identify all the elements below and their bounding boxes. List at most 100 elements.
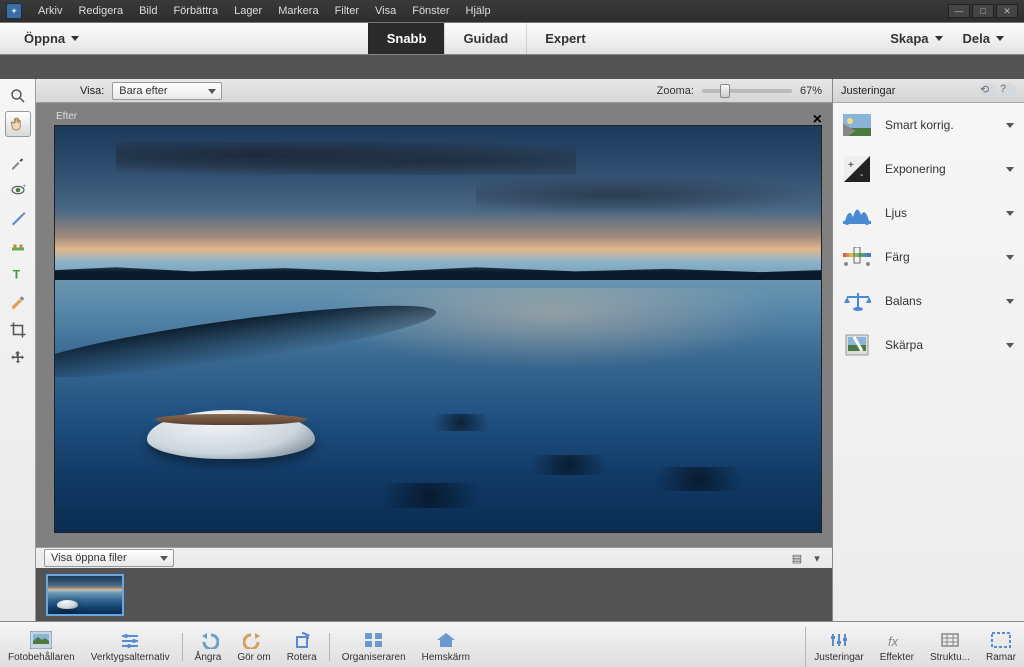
bb-rotate[interactable]: Rotera xyxy=(279,627,325,667)
menu-fonster[interactable]: Fönster xyxy=(404,0,457,22)
mode-bar: Öppna Snabb Guidad Expert Skapa Dela xyxy=(0,22,1024,55)
svg-text:+: + xyxy=(22,184,26,190)
zoom-label: Zooma: xyxy=(657,85,694,97)
canvas-area: × Efter xyxy=(36,103,832,547)
smartfix-icon xyxy=(843,111,871,139)
exposure-icon: +- xyxy=(843,155,871,183)
tool-spot[interactable] xyxy=(5,233,31,259)
menu-forbattra[interactable]: Förbättra xyxy=(165,0,226,22)
svg-text:fx: fx xyxy=(888,634,899,649)
tab-expert[interactable]: Expert xyxy=(526,23,603,54)
app-logo-icon: ✦ xyxy=(6,3,22,19)
rotate-icon xyxy=(291,630,313,650)
photobin-icon xyxy=(30,630,52,650)
image-preview[interactable] xyxy=(54,125,822,533)
tool-hand[interactable] xyxy=(5,111,31,137)
view-label: Visa: xyxy=(80,85,104,97)
bb-photobin[interactable]: Fotobehållaren xyxy=(0,627,83,667)
tool-type[interactable]: T xyxy=(5,261,31,287)
sharpen-icon xyxy=(843,331,871,359)
adjustments-panel: Justeringar ⟲ ? Smart korrig. +- Exponer… xyxy=(832,79,1024,621)
share-button[interactable]: Dela xyxy=(955,31,1012,46)
project-strip: Visa öppna filer ▤ ▾ xyxy=(36,547,832,621)
menu-lager[interactable]: Lager xyxy=(226,0,270,22)
effects-icon: fx xyxy=(886,630,908,650)
svg-text:+: + xyxy=(848,160,854,171)
light-icon xyxy=(843,199,871,227)
view-select[interactable]: Bara efter xyxy=(112,82,222,100)
menu-redigera[interactable]: Redigera xyxy=(70,0,131,22)
tab-guidad[interactable]: Guidad xyxy=(444,23,526,54)
tool-move[interactable] xyxy=(5,345,31,371)
adj-light[interactable]: Ljus xyxy=(833,191,1024,235)
thumbnail[interactable] xyxy=(46,574,124,616)
bb-toolopts[interactable]: Verktygsalternativ xyxy=(83,627,178,667)
svg-text:T: T xyxy=(12,268,20,282)
tool-eyedropper[interactable] xyxy=(5,149,31,175)
bb-frames[interactable]: Ramar xyxy=(978,627,1024,667)
canvas-wrap: × Efter Visa öppna filer ▤ xyxy=(36,103,832,621)
bb-textures[interactable]: Struktu... xyxy=(922,627,978,667)
window-close-icon[interactable]: ✕ xyxy=(996,4,1018,18)
reset-icon[interactable]: ⟲ xyxy=(980,83,996,99)
dropdown-icon xyxy=(71,36,79,41)
menu-visa[interactable]: Visa xyxy=(367,0,404,22)
adj-color[interactable]: Färg xyxy=(833,235,1024,279)
balance-icon xyxy=(843,287,871,315)
menu-bar: ✦ Arkiv Redigera Bild Förbättra Lager Ma… xyxy=(0,0,1024,22)
chevron-down-icon xyxy=(1006,123,1014,128)
open-files-select[interactable]: Visa öppna filer xyxy=(44,549,174,567)
menu-hjalp[interactable]: Hjälp xyxy=(458,0,499,22)
open-label: Öppna xyxy=(24,31,65,46)
adjustments-header: Justeringar ⟲ ? xyxy=(833,79,1024,103)
bb-redo[interactable]: Gör om xyxy=(229,627,278,667)
adj-smartfix[interactable]: Smart korrig. xyxy=(833,103,1024,147)
after-label: Efter xyxy=(56,111,77,122)
chevron-down-icon xyxy=(1006,343,1014,348)
redo-icon xyxy=(243,630,265,650)
home-icon xyxy=(435,630,457,650)
menu-bild[interactable]: Bild xyxy=(131,0,165,22)
tool-whiten[interactable] xyxy=(5,205,31,231)
menu-markera[interactable]: Markera xyxy=(270,0,326,22)
slider-thumb[interactable] xyxy=(720,84,730,98)
image-stage[interactable]: Efter xyxy=(54,125,822,533)
chevron-down-icon xyxy=(1006,211,1014,216)
tool-redeye[interactable]: + xyxy=(5,177,31,203)
adj-balance[interactable]: Balans xyxy=(833,279,1024,323)
create-button[interactable]: Skapa xyxy=(882,31,950,46)
share-label: Dela xyxy=(963,31,990,46)
window-minimize-icon[interactable]: — xyxy=(948,4,970,18)
window-maximize-icon[interactable]: □ xyxy=(972,4,994,18)
frames-icon xyxy=(990,630,1012,650)
main-area: Visa: Bara efter Zooma: 67% + T × Efter xyxy=(0,79,1024,621)
tool-crop[interactable] xyxy=(5,317,31,343)
bb-adjust[interactable]: Justeringar xyxy=(806,627,871,667)
bb-organizer[interactable]: Organiseraren xyxy=(334,627,414,667)
undo-icon xyxy=(197,630,219,650)
options-strip: Visa: Bara efter Zooma: 67% xyxy=(36,79,832,103)
toolopts-icon xyxy=(119,630,141,650)
bb-home[interactable]: Hemskärm xyxy=(414,627,478,667)
tool-brush[interactable] xyxy=(5,289,31,315)
bb-undo[interactable]: Ångra xyxy=(187,627,230,667)
help-icon[interactable]: ? xyxy=(1000,83,1016,99)
menu-arkiv[interactable]: Arkiv xyxy=(30,0,70,22)
create-label: Skapa xyxy=(890,31,928,46)
menu-filter[interactable]: Filter xyxy=(327,0,367,22)
menu-icon[interactable]: ▾ xyxy=(810,551,824,565)
chevron-down-icon xyxy=(1006,299,1014,304)
adj-exposure[interactable]: +- Exponering xyxy=(833,147,1024,191)
open-button[interactable]: Öppna xyxy=(14,31,89,46)
adj-sharpen[interactable]: Skärpa xyxy=(833,323,1024,367)
dropdown-icon xyxy=(935,36,943,41)
zoom-slider[interactable] xyxy=(702,89,792,93)
dropdown-icon xyxy=(996,36,1004,41)
grid-view-icon[interactable]: ▤ xyxy=(790,551,804,565)
tool-zoom[interactable] xyxy=(5,83,31,109)
tab-snabb[interactable]: Snabb xyxy=(368,23,445,54)
organizer-icon xyxy=(363,630,385,650)
svg-text:-: - xyxy=(860,170,863,181)
color-icon xyxy=(843,243,871,271)
bb-effects[interactable]: fxEffekter xyxy=(872,627,922,667)
